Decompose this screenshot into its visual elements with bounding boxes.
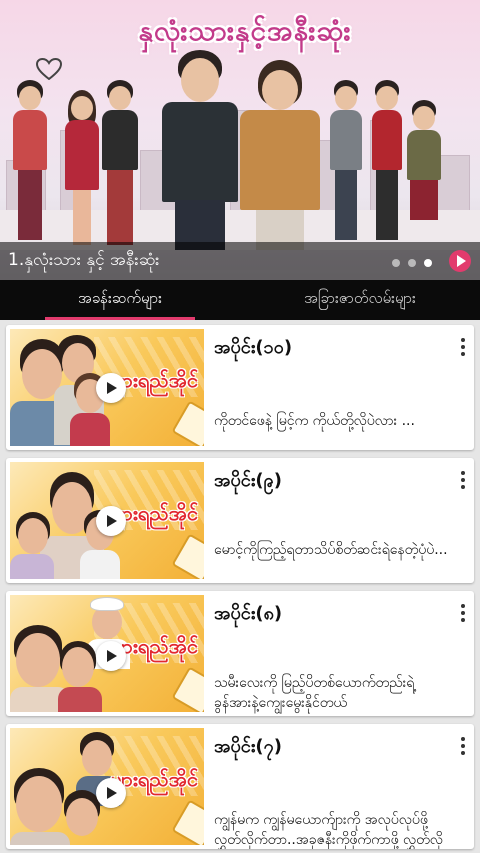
episode-description: သမီးလေးကို မြည့်ပိတစ်ယောက်တည်းရဲ့ ခွန်အာ…	[214, 675, 415, 711]
app-play-logo-icon	[449, 250, 471, 272]
more-options-icon[interactable]	[456, 335, 470, 359]
tab-label: အခြားဇာတ်လမ်းများ	[304, 289, 416, 307]
episode-title: အပိုင်း(၈)	[214, 603, 283, 624]
episode-card[interactable]: ပျားရည်အိုင် အပိုင်း(၈) သမီးလေးကို မြည့်…	[6, 591, 474, 716]
tab-series-episodes[interactable]: အခန်းဆက်များ	[0, 280, 240, 320]
tab-other-stories[interactable]: အခြားဇာတ်လမ်းများ	[240, 280, 480, 320]
episode-description: ကျွန်မက ကျွန်မယောက်ျားကို အလုပ်လုပ်ဖို့ …	[214, 812, 443, 848]
play-button[interactable]	[96, 373, 126, 403]
carousel-dot[interactable]	[392, 259, 400, 267]
episode-title: အပိုင်း(၁၀)	[214, 337, 293, 358]
episode-description: ကိုတင်ဖေနဲ့ မြင့်က ကိုယ်တို့လိုပဲလား ...	[214, 413, 415, 429]
episode-description: မောင့်ကိုကြည့်ရတာသိပ်စိတ်ဆင်းရဲနေတဲ့ပုံပ…	[214, 542, 448, 558]
play-button[interactable]	[96, 506, 126, 536]
play-icon	[107, 515, 117, 527]
episode-card[interactable]: ပျားရည်အိုင် အပိုင်း(၁၀) ကိုတင်ဖေနဲ့ မြင…	[6, 325, 474, 450]
tab-label: အခန်းဆက်များ	[78, 289, 162, 307]
banner-caption: 1.နှလုံးသား နှင့် အနီးဆုံး	[8, 249, 160, 270]
episode-title: အပိုင်း(၇)	[214, 736, 282, 757]
episode-title: အပိုင်း(၉)	[214, 470, 282, 491]
tab-bar: အခန်းဆက်များ အခြားဇာတ်လမ်းများ	[0, 280, 480, 320]
episode-thumbnail[interactable]: ပျားရည်အိုင်	[10, 462, 204, 579]
more-options-icon[interactable]	[456, 468, 470, 492]
episode-thumbnail[interactable]: ပျားရည်အိုင်	[10, 329, 204, 446]
play-icon	[107, 787, 117, 799]
play-button[interactable]	[96, 641, 126, 671]
more-options-icon[interactable]	[456, 601, 470, 625]
play-icon	[107, 650, 117, 662]
episode-card[interactable]: ပျားရည်အိုင် အပိုင်း(၉) မောင့်ကိုကြည့်ရတ…	[6, 458, 474, 583]
banner-title: နှလုံးသားနှင့်အနီးဆုံး	[138, 14, 352, 47]
heart-icon	[36, 58, 62, 80]
carousel-indicator	[392, 259, 432, 267]
episode-list[interactable]: ပျားရည်အိုင် အပိုင်း(၁၀) ကိုတင်ဖေနဲ့ မြင…	[0, 322, 480, 853]
carousel-dot[interactable]	[408, 259, 416, 267]
episode-thumbnail[interactable]: ပျားရည်အိုင်	[10, 728, 204, 845]
more-options-icon[interactable]	[456, 734, 470, 758]
episode-card[interactable]: ပျားရည်အိုင် အပိုင်း(၇) ကျွန်မက ကျွန်မယေ…	[6, 724, 474, 849]
carousel-dot-active[interactable]	[424, 259, 432, 267]
play-icon	[107, 382, 117, 394]
play-button[interactable]	[96, 778, 126, 808]
episode-thumbnail[interactable]: ပျားရည်အိုင်	[10, 595, 204, 712]
featured-banner[interactable]: နှလုံးသားနှင့်အနီးဆုံး 1.နှလုံးသား နှင့်…	[0, 0, 480, 280]
